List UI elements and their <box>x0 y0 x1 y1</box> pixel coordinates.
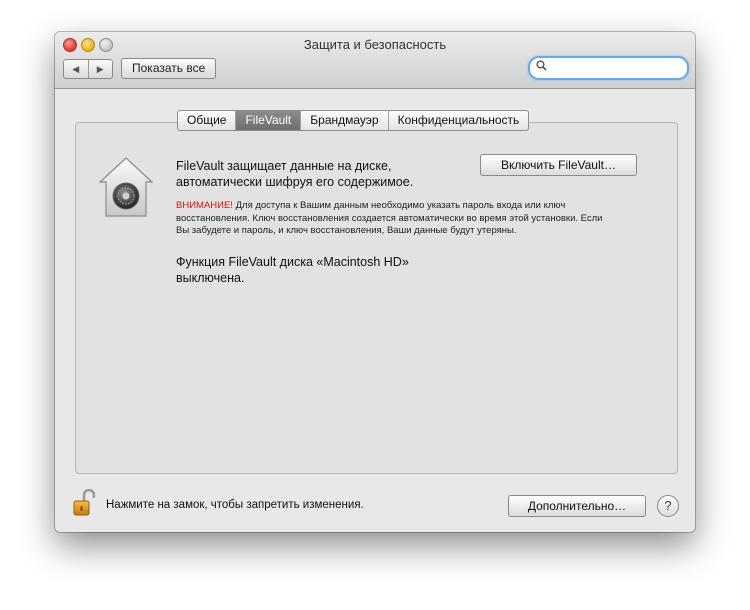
warning-text: Для доступа к Вашим данным необходимо ук… <box>176 200 603 236</box>
warning-label: ВНИМАНИЕ! <box>176 200 233 211</box>
window-title: Защита и безопасность <box>303 37 447 52</box>
tab-general[interactable]: Общие <box>178 111 235 130</box>
enable-filevault-button[interactable]: Включить FileVault… <box>480 154 637 176</box>
search-input[interactable] <box>550 60 684 76</box>
tab-bar: Общие FileVault Брандмауэр Конфиденциаль… <box>177 110 530 131</box>
navigation-segment: ◀ ▶ <box>63 59 113 79</box>
filevault-house-icon <box>98 156 154 218</box>
forward-arrow-icon[interactable]: ▶ <box>87 60 113 78</box>
show-all-button[interactable]: Показать все <box>121 58 217 79</box>
filevault-warning: ВНИМАНИЕ! Для доступа к Вашим данным нео… <box>176 200 616 238</box>
filevault-status: Функция FileVault диска «Macintosh HD» в… <box>176 255 409 285</box>
tab-filevault[interactable]: FileVault <box>235 111 301 130</box>
tab-firewall[interactable]: Брандмауэр <box>300 111 387 130</box>
search-field[interactable] <box>528 56 689 80</box>
filevault-description: FileVault защищает данные на диске, авто… <box>176 159 414 189</box>
preferences-window: Защита и безопасность ◀ ▶ Показать все О… <box>55 32 695 532</box>
lock-hint-text: Нажмите на замок, чтобы запретить измене… <box>106 499 364 511</box>
open-padlock-icon[interactable] <box>73 488 96 517</box>
back-arrow-icon[interactable]: ◀ <box>64 60 88 78</box>
tab-privacy[interactable]: Конфиденциальность <box>387 111 529 130</box>
advanced-button[interactable]: Дополнительно… <box>508 495 646 517</box>
title-bar: Защита и безопасность ◀ ▶ Показать все <box>55 32 695 89</box>
magnifier-icon <box>536 60 547 74</box>
help-button[interactable]: ? <box>657 495 679 517</box>
